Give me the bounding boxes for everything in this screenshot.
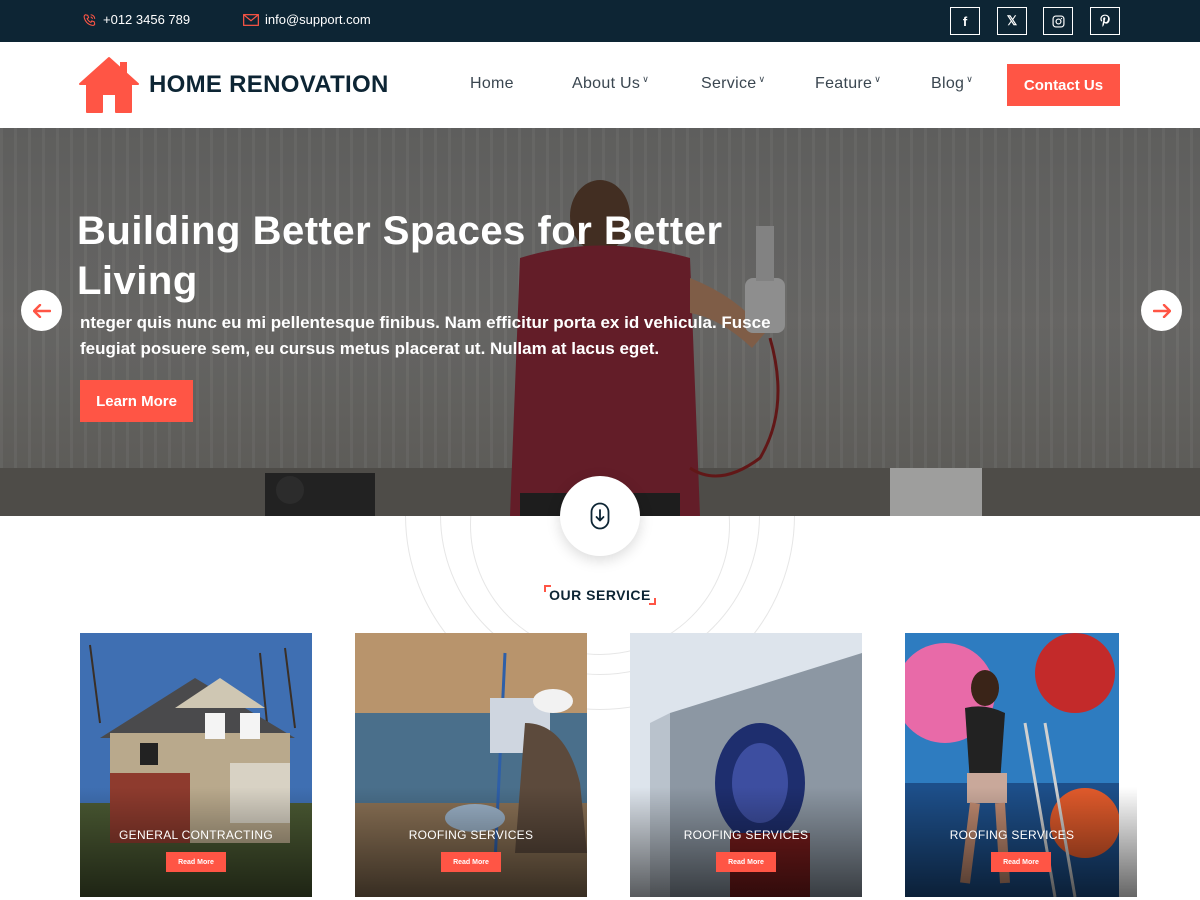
hero-slider: Building Better Spaces for Better Living… — [0, 128, 1200, 516]
mouse-scroll-icon — [590, 502, 610, 530]
slider-next-button[interactable] — [1141, 290, 1182, 331]
service-card[interactable]: GENERAL CONTRACTING Read More — [80, 633, 312, 897]
nav-service[interactable]: Service ∨ — [701, 74, 766, 93]
chevron-down-icon: ∨ — [874, 74, 882, 84]
hero-description: nteger quis nunc eu mi pellentesque fini… — [80, 313, 771, 358]
instagram-link[interactable] — [1043, 7, 1073, 35]
main-header: HOME RENOVATION Home About Us ∨ Service ∨ … — [0, 42, 1200, 128]
service-title: ROOFING SERVICES — [408, 828, 534, 842]
arrow-right-icon — [1152, 303, 1171, 318]
card-overlay — [355, 787, 587, 897]
phone-contact[interactable]: +012 3456 789 — [82, 12, 190, 27]
instagram-icon — [1051, 14, 1065, 28]
logo[interactable] — [78, 56, 140, 114]
learn-more-button[interactable]: Learn More — [80, 380, 193, 422]
chevron-down-icon: ∨ — [966, 74, 974, 84]
service-card[interactable]: ROOFING SERVICES Read More — [355, 633, 587, 897]
nav-feature[interactable]: Feature ∨ — [815, 74, 882, 93]
our-service-heading: OUR SERVICE — [549, 587, 651, 603]
house-logo-icon — [79, 57, 139, 113]
read-more-button[interactable]: Read More — [991, 852, 1051, 872]
hero-title: Building Better Spaces for Better Living — [77, 209, 723, 303]
nav-service-label: Service — [701, 75, 757, 92]
corner-bracket — [649, 598, 656, 605]
nav-feature-label: Feature — [815, 75, 873, 92]
card-overlay — [80, 787, 312, 897]
email-address: info@support.com — [265, 12, 371, 27]
x-icon: 𝕏 — [1006, 13, 1018, 28]
scroll-down-button[interactable] — [560, 476, 640, 556]
brand-name[interactable]: HOME RENOVATION — [149, 71, 389, 99]
phone-icon — [83, 13, 96, 26]
top-bar: +012 3456 789 info@support.com f 𝕏 — [0, 0, 1200, 42]
service-title: GENERAL CONTRACTING — [119, 828, 273, 842]
pinterest-link[interactable] — [1090, 7, 1120, 35]
service-card[interactable]: ROOFING SERVICES Read More — [630, 633, 862, 897]
section-label: OUR SERVICE — [544, 585, 656, 605]
read-more-button[interactable]: Read More — [716, 852, 776, 872]
facebook-icon: f — [962, 13, 968, 29]
corner-bracket — [544, 585, 551, 592]
service-card[interactable]: ROOFING SERVICES Read More — [905, 633, 1137, 897]
arrow-left-icon — [32, 303, 51, 318]
slider-prev-button[interactable] — [21, 290, 62, 331]
card-overlay — [630, 787, 862, 897]
chevron-down-icon: ∨ — [642, 74, 650, 84]
pinterest-icon — [1100, 14, 1110, 27]
read-more-button[interactable]: Read More — [441, 852, 501, 872]
email-contact[interactable]: info@support.com — [243, 12, 371, 27]
chevron-down-icon: ∨ — [758, 74, 766, 84]
read-more-button[interactable]: Read More — [166, 852, 226, 872]
nav-about-us[interactable]: About Us ∨ — [572, 74, 650, 93]
nav-blog-label: Blog — [931, 75, 965, 92]
x-link[interactable]: 𝕏 — [997, 7, 1027, 35]
nav-home[interactable]: Home — [470, 75, 514, 93]
facebook-link[interactable]: f — [950, 7, 980, 35]
nav-blog[interactable]: Blog ∨ — [931, 74, 974, 93]
contact-us-button[interactable]: Contact Us — [1007, 64, 1120, 106]
mail-icon — [243, 13, 259, 26]
service-title: ROOFING SERVICES — [949, 828, 1075, 842]
service-title: ROOFING SERVICES — [683, 828, 809, 842]
nav-about-us-label: About Us — [572, 75, 641, 92]
card-overlay — [905, 787, 1137, 897]
nav-home-label: Home — [470, 75, 514, 92]
phone-number: +012 3456 789 — [103, 12, 191, 27]
